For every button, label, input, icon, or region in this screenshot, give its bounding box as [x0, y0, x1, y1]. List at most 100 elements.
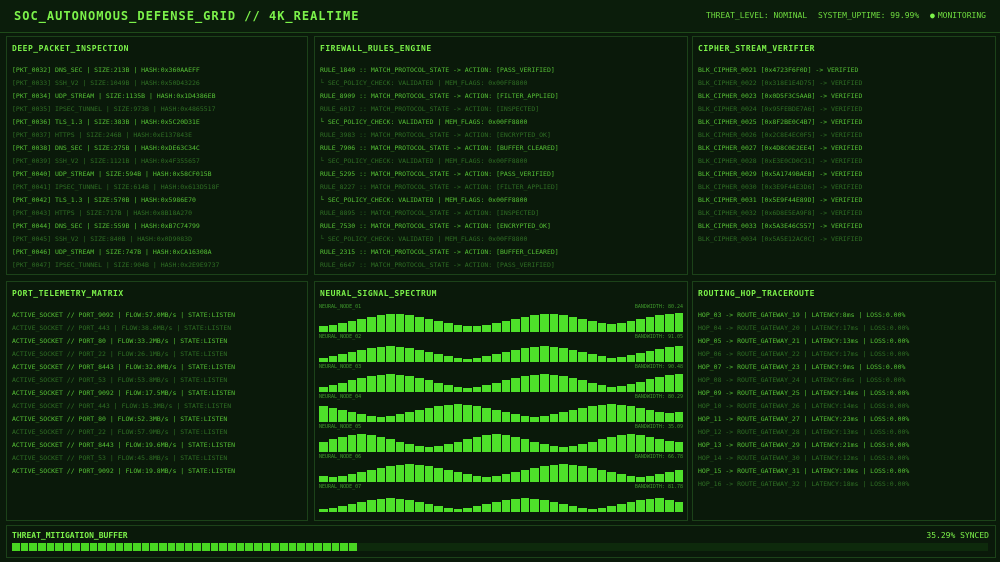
spectrum-bar — [376, 417, 386, 422]
log-line: ACTIVE_SOCKET // PORT_9092 | FLOW:19.8MB… — [12, 467, 236, 475]
spectrum-bar — [472, 406, 482, 422]
spectrum-bar — [597, 385, 607, 392]
spectrum-bar — [626, 476, 636, 482]
spectrum-bar — [453, 442, 463, 452]
spectrum-bar — [530, 499, 540, 512]
log-line: HOP_13 -> ROUTE_GATEWAY_29 | LATENCY:21m… — [698, 441, 910, 449]
log-line: [PKT_0037] HTTPS | SIZE:246B | HASH:0xE1… — [12, 131, 193, 139]
spectrum-bar — [367, 500, 376, 512]
log-line: └ SEC_POLICY_CHECK: VALIDATED | MEM_FLAG… — [320, 118, 528, 126]
spectrum-bar — [636, 319, 645, 332]
progress-segment — [314, 543, 323, 551]
spectrum-bar — [520, 439, 530, 452]
spectrum-bar — [415, 502, 424, 512]
spectrum-row: NEURAL_NODE_07 BANDWIDTH: 81.78 — [319, 484, 684, 512]
spectrum-bar — [424, 380, 434, 392]
spectrum-bar — [616, 405, 626, 422]
spectrum-bar — [664, 413, 674, 422]
log-line: [PKT_0033] SSH_V2 | SIZE:1049B | HASH:0x… — [12, 79, 200, 87]
spectrum-bar — [578, 408, 588, 422]
node-label: NEURAL_NODE_06 — [319, 454, 362, 460]
spectrum-bar — [655, 474, 664, 482]
log-line: └ SEC_POLICY_CHECK: VALIDATED | MEM_FLAG… — [320, 79, 528, 87]
spectrum-bar — [347, 474, 357, 482]
spectrum-bar — [338, 437, 347, 452]
spectrum-bar — [405, 315, 415, 332]
spectrum-bar — [645, 437, 655, 452]
log-line: [PKT_0035] IPSEC_TUNNEL | SIZE:973B | HA… — [12, 105, 216, 113]
spectrum-bar — [482, 477, 491, 482]
spectrum-bar — [501, 500, 511, 512]
spectrum-bar — [453, 325, 463, 332]
panel-title: ROUTING_HOP_TRACEROUTE — [698, 289, 815, 298]
spectrum-bar — [511, 499, 520, 512]
log-line: ACTIVE_SOCKET // PORT_8443 | FLOW:19.6MB… — [12, 441, 236, 449]
spectrum-bar — [405, 348, 415, 362]
spectrum-bar — [367, 348, 376, 362]
bandwidth-label: BANDWIDTH: 66.78 — [634, 454, 683, 460]
log-line: [PKT_0032] DNS_SEC | SIZE:213B | HASH:0x… — [12, 66, 200, 74]
spectrum-bar — [607, 324, 616, 332]
threat-level: THREAT_LEVEL: NOMINAL — [706, 11, 808, 20]
spectrum-bar — [376, 375, 386, 392]
spectrum-bar — [674, 313, 684, 332]
spectrum-bar — [434, 321, 443, 332]
spectrum-bar — [357, 434, 367, 452]
spectrum-bar — [520, 376, 530, 392]
spectrum-bar — [530, 417, 540, 422]
progress-segment — [37, 543, 46, 551]
spectrum-bar — [664, 347, 674, 362]
app-title: SOC_AUTONOMOUS_DEFENSE_GRID // 4K_REALTI… — [14, 9, 360, 23]
log-line: HOP_05 -> ROUTE_GATEWAY_21 | LATENCY:13m… — [698, 337, 910, 345]
progress-segment — [245, 543, 253, 551]
spectrum-bar — [386, 346, 395, 362]
spectrum-bar — [338, 410, 347, 422]
progress-segment — [55, 543, 63, 551]
spectrum-bar — [328, 508, 338, 512]
panel-title: PORT_TELEMETRY_MATRIX — [12, 289, 124, 298]
spectrum-bar — [511, 378, 520, 392]
spectrum-bar — [568, 506, 578, 512]
spectrum-bar — [328, 356, 338, 362]
spectrum-bar — [645, 499, 655, 512]
progress-segment — [288, 543, 297, 551]
log-line: BLK_CIPHER_0026 [0x2C8E4EC0F5] -> VERIFI… — [698, 131, 863, 139]
spectrum-bar — [578, 380, 588, 392]
progress-segment — [158, 543, 167, 551]
spectrum-row: NEURAL_NODE_03 BANDWIDTH: 90.48 — [319, 364, 684, 392]
spectrum-bar — [674, 470, 684, 482]
progress-segment — [107, 543, 115, 551]
spectrum-bar — [626, 321, 636, 332]
monitoring-dot-icon: ● — [930, 11, 935, 20]
spectrum-bar — [386, 416, 395, 422]
spectrum-bar — [347, 321, 357, 332]
spectrum-bar — [607, 472, 616, 482]
log-line: HOP_12 -> ROUTE_GATEWAY_28 | LATENCY:13m… — [698, 428, 910, 436]
log-line: RULE_8227 :: MATCH_PROTOCOL_STATE -> ACT… — [320, 183, 559, 191]
spectrum-bar — [568, 378, 578, 392]
spectrum-bar — [319, 387, 328, 392]
progress-segment — [202, 543, 210, 551]
bandwidth-label: BANDWIDTH: 80.29 — [634, 394, 683, 400]
progress-segment — [271, 543, 279, 551]
spectrum-bar — [501, 435, 511, 452]
spectrum-bar — [453, 358, 463, 362]
spectrum-bar — [482, 356, 491, 362]
spectrum-bar — [578, 319, 588, 332]
progress-segment — [20, 543, 29, 551]
spectrum-bar — [424, 504, 434, 512]
spectrum-bar — [405, 376, 415, 392]
spectrum-bar — [540, 444, 549, 452]
spectrum-bar — [568, 350, 578, 362]
spectrum-bar — [664, 500, 674, 512]
spectrum-bar — [616, 357, 626, 362]
node-label: NEURAL_NODE_03 — [319, 364, 362, 370]
log-line: [PKT_0036] TLS_1.3 | SIZE:383B | HASH:0x… — [12, 118, 200, 126]
spectrum-bar — [424, 447, 434, 452]
cipher-log: BLK_CIPHER_0021 [0x4723F6F0D] -> VERIFIE… — [698, 64, 991, 246]
spectrum-bar — [367, 470, 376, 482]
spectrum-bar — [395, 499, 405, 512]
node-label: NEURAL_NODE_05 — [319, 424, 362, 430]
log-line: RULE_1840 :: MATCH_PROTOCOL_STATE -> ACT… — [320, 66, 555, 74]
spectrum-bar — [395, 375, 405, 392]
